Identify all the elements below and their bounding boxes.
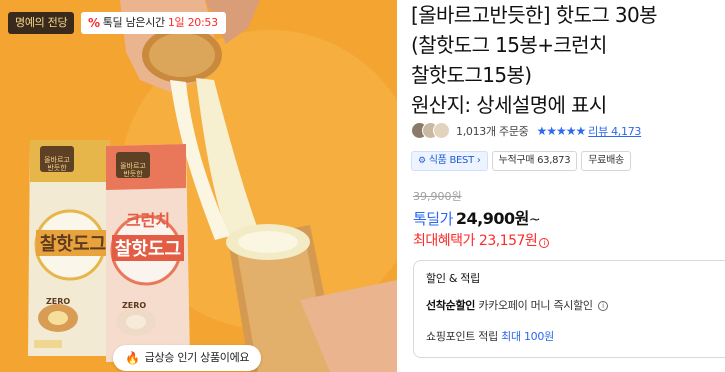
trending-text: 급상승 인기 상품이에요 [144,351,250,364]
title-line-3: 찰핫도그15봉) [411,63,532,87]
first-come-value: 카카오페이 머니 즉시할인 [478,299,593,312]
deal-price-row: 톡딜가 24,900원 ~ [413,205,541,229]
svg-text:ZERO: ZERO [46,297,70,306]
fire-icon: 🔥 [125,351,140,365]
gear-icon: ⚙ [418,156,426,166]
info-icon[interactable]: i [539,238,550,248]
max-benefit-row: 최대혜택가 23,157원 i [413,230,550,250]
order-count: 1,013개 주문중 [456,125,529,138]
timer-label: 톡딜 남은시간 [102,16,165,29]
deal-price-suffix: ~ [528,212,541,228]
deal-price: 24,900원 [455,209,529,228]
max-benefit-price: 23,157원 [478,233,538,249]
timer-value: 1일 20:53 [167,16,218,29]
info-icon[interactable]: i [597,301,608,311]
trending-badge: 🔥 급상승 인기 상품이에요 [113,345,262,371]
product-detail-page: 찰핫도그 찰핫도그 크런치 올바르고 반듯한 올바르고 반듯한 ZERO ZER… [0,0,725,372]
avatar [433,122,450,139]
point-max: 최대 100원 [501,330,554,343]
svg-text:반듯한: 반듯한 [123,169,143,178]
original-price: 39,900원 [413,190,462,203]
percent-icon: % [88,16,100,30]
chevron-right-icon: › [476,155,481,166]
deal-label: 톡딜가 [413,210,453,228]
product-image[interactable]: 찰핫도그 찰핫도그 크런치 올바르고 반듯한 올바르고 반듯한 ZERO ZER… [0,0,397,372]
product-photo: 찰핫도그 찰핫도그 크런치 올바르고 반듯한 올바르고 반듯한 ZERO ZER… [28,0,397,372]
benefit-heading: 할인 & 적립 [426,272,480,285]
title-line-1: [올바르고반듯한] 핫도그 30봉 [411,3,658,27]
free-shipping-badge: 무료배송 [581,151,631,171]
svg-text:ZERO: ZERO [122,301,146,310]
product-title: [올바르고반듯한] 핫도그 30봉 (찰핫도그 15봉+크런치 찰핫도그15봉)… [411,0,725,120]
svg-text:크런치: 크런치 [126,211,170,230]
buyer-avatars [411,122,451,140]
benefit-box: 할인 & 적립 선착순할인 카카오페이 머니 즉시할인 i 쇼핑포인트 적립 최… [413,260,725,358]
svg-text:올바르고: 올바르고 [44,155,70,164]
svg-text:찰핫도그: 찰핫도그 [40,234,106,255]
food-best-label: 식품 BEST [428,155,474,166]
review-link[interactable]: 리뷰 4,173 [588,123,641,139]
svg-text:올바르고: 올바르고 [120,161,146,170]
rating-row: 1,013개 주문중 ★★★★★ 리뷰 4,173 [411,122,641,140]
cumulative-purchase-badge: 누적구매 63,873 [491,151,578,171]
svg-text:반듯한: 반듯한 [47,163,67,172]
first-come-label: 선착순할인 [426,299,476,312]
star-rating-icon: ★★★★★ [536,124,586,138]
shopping-point: 쇼핑포인트 적립 최대 100원 [426,328,725,344]
title-line-4: 원산지: 상세설명에 표시 [411,93,607,117]
title-line-2: (찰핫도그 15봉+크런치 [411,33,607,57]
food-best-badge[interactable]: ⚙ 식품 BEST › [411,151,488,171]
max-benefit-label: 최대혜택가 [413,233,475,249]
product-info-panel: [올바르고반듯한] 핫도그 30봉 (찰핫도그 15봉+크런치 찰핫도그15봉)… [411,0,725,372]
first-come-discount: 선착순할인 카카오페이 머니 즉시할인 i [426,297,725,313]
svg-text:찰핫도그: 찰핫도그 [115,239,181,260]
deal-timer: % 톡딜 남은시간 1일 20:53 [81,12,226,34]
point-label: 쇼핑포인트 적립 [426,330,498,343]
badge-row: ⚙ 식품 BEST › 누적구매 63,873 무료배송 [411,151,631,171]
hall-of-fame-badge: 명예의 전당 [8,12,75,34]
